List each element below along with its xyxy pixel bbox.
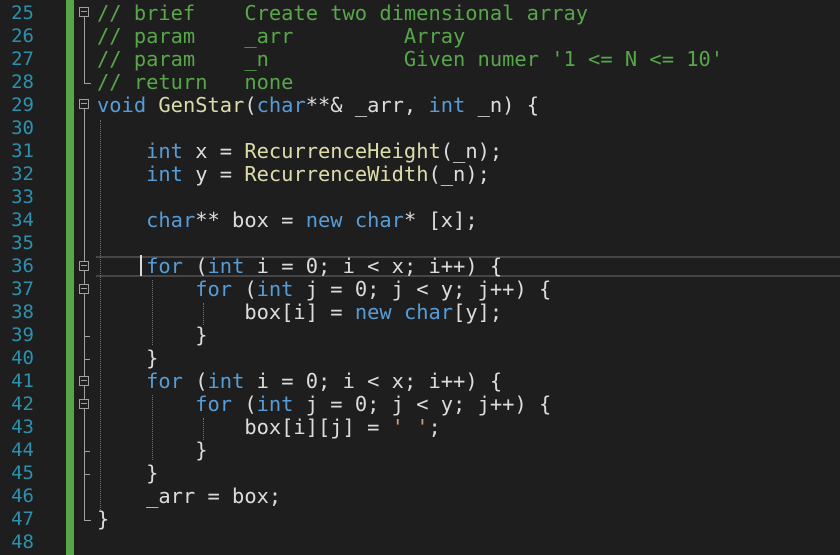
code-area[interactable]: // brief Create two dimensional array// …	[0, 0, 840, 555]
token-keyword: char	[256, 93, 306, 117]
code-line[interactable]: }	[97, 462, 158, 485]
token-ident	[97, 208, 146, 232]
token-keyword: char	[403, 300, 454, 324]
code-line[interactable]: char** box = new char* [x];	[97, 209, 478, 232]
token-ident	[343, 208, 355, 232]
code-line[interactable]: for (int j = 0; j < y; j++) {	[97, 393, 551, 416]
token-keyword: int	[256, 392, 294, 416]
token-ident: box[i] =	[97, 300, 355, 324]
code-line[interactable]: // param _n Given numer '1 <= N <= 10'	[97, 48, 723, 71]
token-ident	[392, 300, 404, 324]
token-ident	[146, 93, 158, 117]
token-function: GenStar	[158, 93, 245, 117]
token-ident	[97, 277, 195, 301]
token-ident: (	[232, 392, 257, 416]
token-comment: // return none	[97, 70, 294, 94]
code-line[interactable]: void GenStar(char**& _arr, int _n) {	[97, 94, 539, 117]
token-keyword: for	[146, 369, 183, 393]
token-keyword: int	[146, 162, 183, 186]
token-comment: // param _arr Array	[97, 24, 466, 48]
token-ident: ** box =	[195, 208, 306, 232]
token-ident: _n) {	[465, 93, 539, 117]
token-ident	[97, 369, 146, 393]
token-keyword: char	[146, 208, 196, 232]
token-keyword: int	[146, 139, 183, 163]
token-function: RecurrenceWidth	[244, 162, 429, 186]
code-line[interactable]: for (int i = 0; i < x; i++) {	[97, 370, 502, 393]
token-ident: y =	[182, 162, 245, 186]
token-keyword: int	[428, 93, 466, 117]
token-ident: j = 0; j < y; j++) {	[293, 277, 552, 301]
token-ident: (	[232, 277, 257, 301]
token-ident: [y];	[453, 300, 503, 324]
token-ident: (	[182, 254, 208, 278]
token-ident: }	[97, 507, 110, 531]
token-keyword: int	[207, 369, 245, 393]
token-ident: (	[244, 93, 257, 117]
token-ident: i = 0; i < x; i++) {	[244, 254, 503, 278]
token-keyword: new	[354, 300, 392, 324]
code-line[interactable]: // brief Create two dimensional array	[97, 2, 588, 25]
token-keyword: void	[97, 93, 147, 117]
token-ident	[97, 254, 146, 278]
code-editor[interactable]: 25 26 27 28 29 30 31 32 33 34 35 36 37 38 39 40 41 42 43 44…	[0, 0, 840, 555]
token-keyword: for	[195, 277, 233, 301]
token-keyword: int	[207, 254, 245, 278]
token-keyword: for	[146, 254, 183, 278]
code-line[interactable]: }	[97, 323, 208, 347]
token-ident: box[i][j] =	[97, 415, 392, 439]
token-ident: }	[97, 346, 159, 370]
code-line[interactable]: for (int j = 0; j < y; j++) {	[97, 278, 551, 301]
text-cursor	[140, 255, 142, 276]
code-line[interactable]: _arr = box;	[97, 485, 281, 508]
token-ident: ;	[428, 415, 441, 439]
token-keyword: for	[195, 392, 233, 416]
token-ident: (	[182, 369, 208, 393]
token-function: RecurrenceHeight	[244, 139, 441, 163]
code-line[interactable]: int y = RecurrenceWidth(_n);	[97, 163, 490, 186]
code-line[interactable]: }	[97, 438, 208, 462]
token-keyword: int	[256, 277, 294, 301]
token-ident: x =	[182, 139, 245, 163]
token-ident: _arr = box;	[97, 484, 282, 508]
code-line[interactable]: int x = RecurrenceHeight(_n);	[97, 140, 502, 163]
token-comment: // param _n Given numer '1 <= N <= 10'	[97, 47, 724, 71]
token-ident	[97, 139, 146, 163]
token-string: ' '	[391, 415, 429, 439]
code-line[interactable]: box[i] = new char[y];	[97, 301, 502, 324]
token-keyword: char	[354, 208, 404, 232]
code-line[interactable]: // param _arr Array	[97, 25, 465, 48]
code-line[interactable]: box[i][j] = ' ';	[97, 415, 441, 439]
code-line[interactable]: for (int i = 0; i < x; i++) {	[97, 255, 502, 278]
token-ident	[97, 392, 195, 416]
token-ident: j = 0; j < y; j++) {	[293, 392, 552, 416]
token-ident: }	[97, 323, 208, 347]
token-ident	[97, 162, 146, 186]
token-ident: * [x];	[403, 208, 478, 232]
token-ident: i = 0; i < x; i++) {	[244, 369, 503, 393]
code-line[interactable]: // return none	[97, 71, 293, 94]
code-line[interactable]: }	[97, 508, 109, 531]
token-keyword: new	[305, 208, 343, 232]
code-line[interactable]: }	[97, 347, 158, 370]
token-ident: (_n);	[440, 139, 503, 163]
token-ident: }	[97, 438, 208, 462]
token-ident: }	[97, 461, 159, 485]
token-ident: **& _arr,	[305, 93, 429, 117]
token-ident: (_n);	[428, 162, 490, 186]
token-comment: // brief Create two dimensional array	[97, 1, 589, 25]
